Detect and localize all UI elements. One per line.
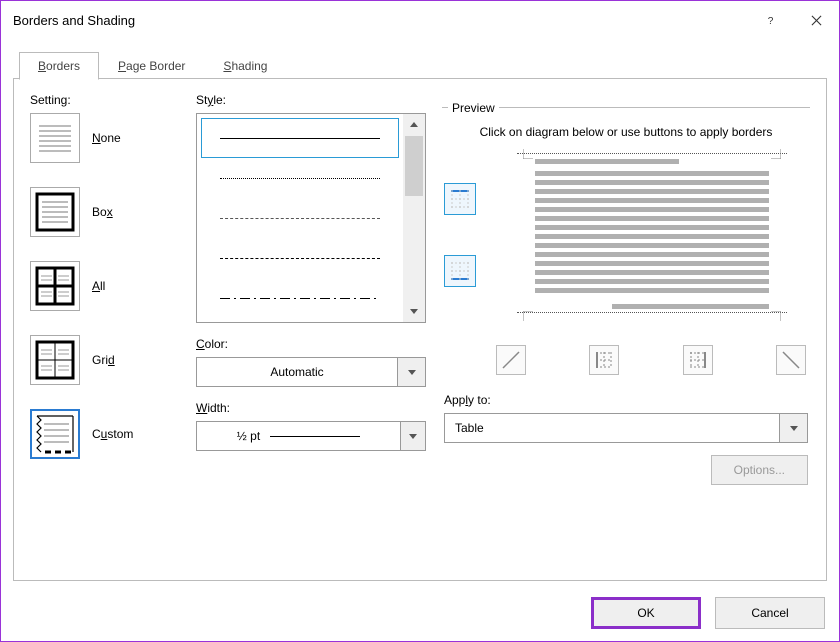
titlebar: Borders and Shading ?	[1, 1, 839, 39]
dialog-window: Borders and Shading ? Borders Page Borde…	[0, 0, 840, 642]
cancel-button-label: Cancel	[751, 606, 788, 620]
style-solid[interactable]	[201, 118, 399, 158]
setting-box[interactable]: Box	[30, 187, 180, 237]
setting-none[interactable]: None	[30, 113, 180, 163]
dialog-footer: OK Cancel	[1, 593, 839, 641]
tab-borders[interactable]: Borders	[19, 52, 99, 80]
setting-grid[interactable]: Grid	[30, 335, 180, 385]
apply-to-dropdown[interactable]: Table	[444, 413, 808, 443]
border-diag-down-button[interactable]	[496, 345, 526, 375]
border-bottom-icon	[449, 260, 471, 282]
setting-label: Setting:	[30, 93, 180, 107]
setting-custom-thumb	[30, 409, 80, 459]
style-dashed-small[interactable]	[201, 198, 399, 238]
width-dropdown-button[interactable]	[400, 422, 425, 450]
close-button[interactable]	[793, 1, 839, 39]
setting-custom[interactable]: Custom	[30, 409, 180, 459]
preview-diagram[interactable]	[517, 159, 787, 309]
diag-down-icon	[501, 350, 521, 370]
ok-button-label: OK	[637, 606, 654, 620]
preview-hint: Click on diagram below or use buttons to…	[444, 118, 808, 153]
color-value: Automatic	[197, 365, 397, 379]
setting-box-thumb	[30, 187, 80, 237]
border-top-icon	[449, 188, 471, 210]
border-right-button[interactable]	[683, 345, 713, 375]
tab-strip: Borders Page Border Shading	[13, 49, 827, 79]
style-listbox[interactable]	[196, 113, 426, 323]
setting-none-thumb	[30, 113, 80, 163]
style-dotted[interactable]	[201, 158, 399, 198]
help-icon: ?	[765, 15, 776, 26]
border-left-icon	[594, 350, 614, 370]
border-bottom-button[interactable]	[444, 255, 476, 287]
border-left-button[interactable]	[589, 345, 619, 375]
preview-label: Preview	[448, 101, 499, 115]
cancel-button[interactable]: Cancel	[715, 597, 825, 629]
ok-button[interactable]: OK	[591, 597, 701, 629]
style-scrollbar[interactable]	[403, 114, 425, 322]
diag-up-icon	[781, 350, 801, 370]
style-dashdot[interactable]	[201, 278, 399, 318]
tab-page-border[interactable]: Page Border	[99, 52, 204, 80]
tab-panel: Setting: None Box	[13, 79, 827, 581]
close-icon	[811, 15, 822, 26]
width-value: ½ pt	[237, 429, 260, 443]
apply-to-value: Table	[445, 414, 779, 442]
border-diag-up-button[interactable]	[776, 345, 806, 375]
setting-all[interactable]: All	[30, 261, 180, 311]
svg-text:?: ?	[767, 16, 773, 26]
border-right-icon	[688, 350, 708, 370]
tab-shading[interactable]: Shading	[204, 52, 286, 80]
help-button[interactable]: ?	[747, 1, 793, 39]
border-top-button[interactable]	[444, 183, 476, 215]
width-dropdown[interactable]: ½ pt	[196, 421, 426, 451]
options-button[interactable]: Options...	[711, 455, 808, 485]
apply-to-dropdown-button[interactable]	[779, 414, 807, 442]
window-title: Borders and Shading	[13, 13, 135, 28]
setting-grid-thumb	[30, 335, 80, 385]
color-dropdown[interactable]: Automatic	[196, 357, 426, 387]
setting-all-thumb	[30, 261, 80, 311]
color-dropdown-button[interactable]	[397, 358, 425, 386]
style-dashed[interactable]	[201, 238, 399, 278]
